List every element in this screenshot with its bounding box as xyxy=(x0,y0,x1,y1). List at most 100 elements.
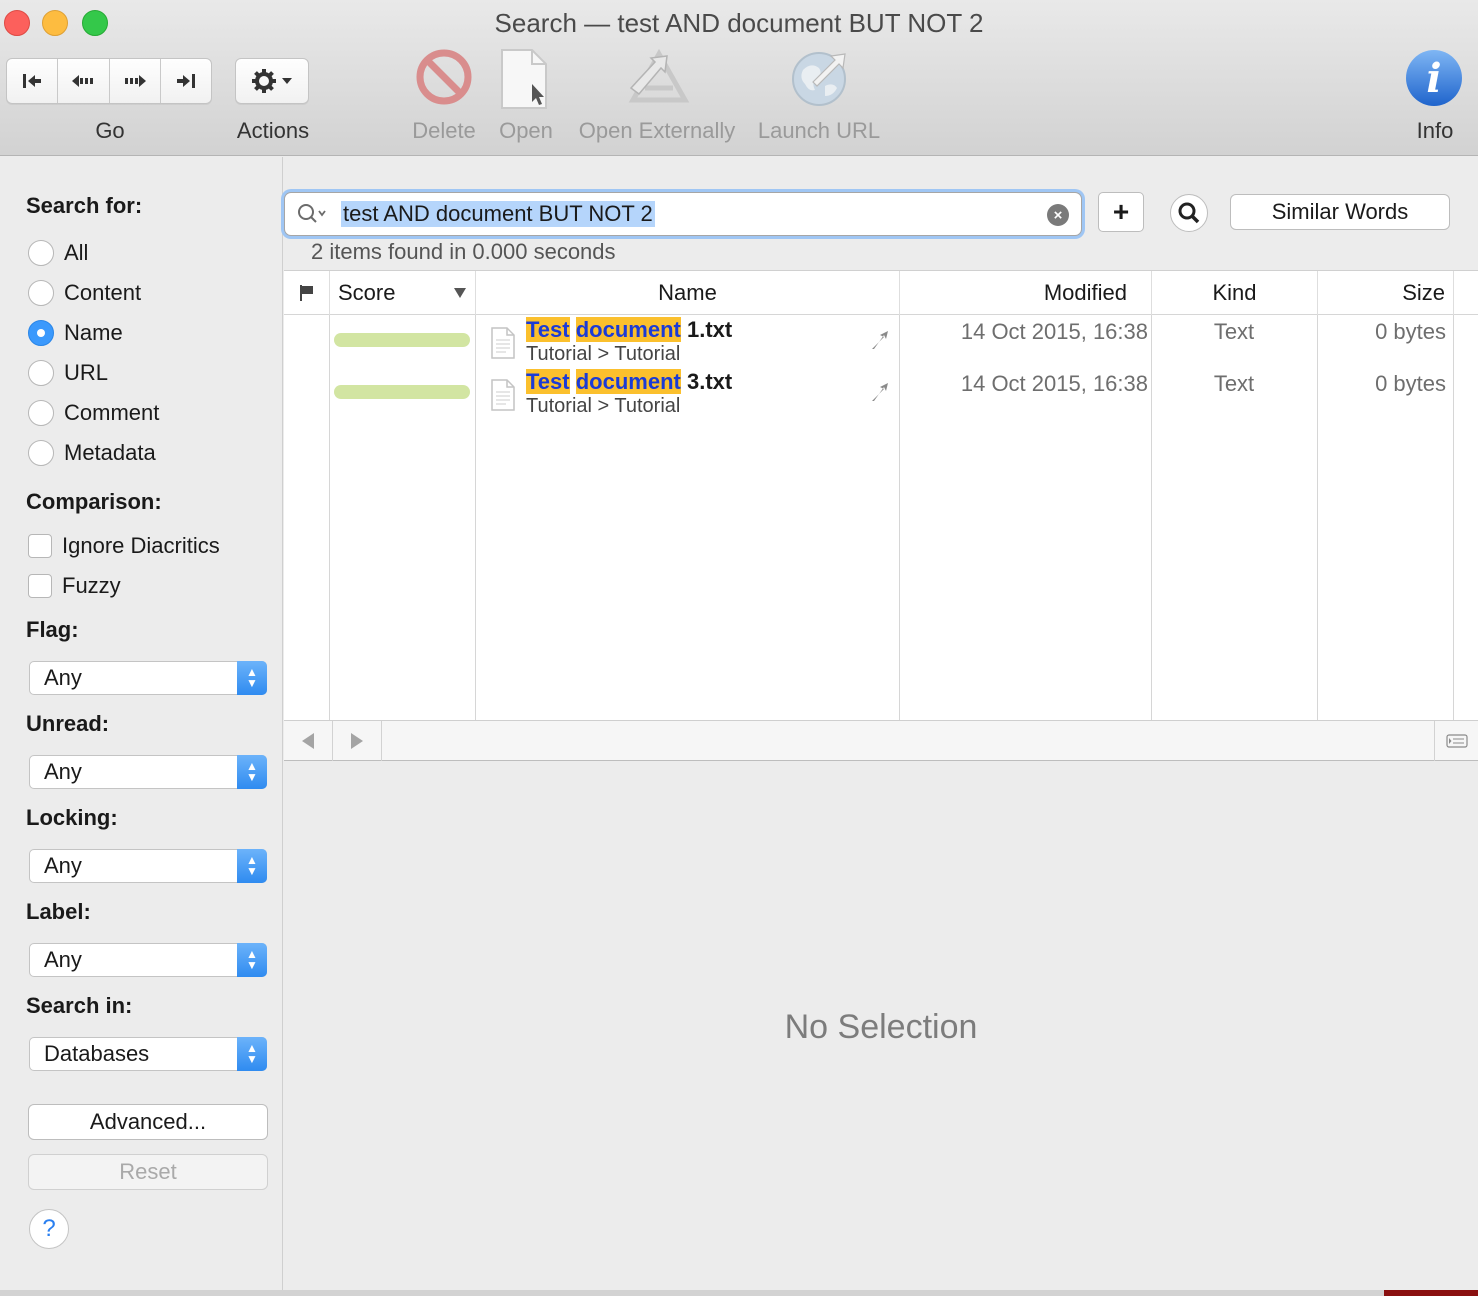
open-externally-button[interactable] xyxy=(624,48,694,108)
open-externally-icon xyxy=(628,48,690,103)
radio-button[interactable] xyxy=(28,440,54,466)
go-last-button[interactable] xyxy=(161,59,211,103)
column-header-score-label: Score xyxy=(338,280,396,305)
open-externally-label: Open Externally xyxy=(578,118,736,143)
unread-select-value: Any xyxy=(44,759,82,784)
no-selection-text: No Selection xyxy=(784,1008,978,1046)
score-bar xyxy=(334,333,470,347)
find-button[interactable] xyxy=(1170,194,1208,232)
radio-label: Content xyxy=(64,280,142,305)
delete-icon xyxy=(416,49,472,105)
search-query-text[interactable]: test AND document BUT NOT 2 xyxy=(341,201,655,227)
modified-date: 14 Oct 2015, 16:38 xyxy=(960,319,1148,344)
unread-select[interactable]: Any ▲ ▼ xyxy=(29,755,267,789)
search-in-select[interactable]: Databases ▲ ▼ xyxy=(29,1037,267,1071)
comparison-heading: Comparison: xyxy=(26,489,162,514)
file-location: Tutorial > Tutorial xyxy=(526,343,681,365)
scroll-right-button[interactable] xyxy=(333,721,382,761)
search-options-sidebar: Search for: All Content Name URL Comment… xyxy=(0,157,283,1296)
preview-pane: No Selection xyxy=(284,762,1478,1290)
reveal-arrow-icon[interactable] xyxy=(868,329,890,351)
horizontal-scrollbar[interactable] xyxy=(284,720,1478,761)
radio-button[interactable] xyxy=(28,400,54,426)
chevron-down-icon xyxy=(282,78,292,84)
search-input[interactable]: test AND document BUT NOT 2 × xyxy=(284,192,1082,236)
delete-button[interactable] xyxy=(414,48,474,106)
match-highlight: document xyxy=(575,317,681,342)
match-highlight: Test xyxy=(526,317,570,342)
document-icon xyxy=(501,49,547,109)
search-for-all-radio[interactable]: All xyxy=(28,240,88,266)
table-row[interactable]: Test document 1.txt Tutorial > Tutorial … xyxy=(284,315,1478,367)
column-options-button[interactable] xyxy=(1434,721,1478,761)
window-title: Search — test AND document BUT NOT 2 xyxy=(494,8,984,38)
actions-button[interactable] xyxy=(235,58,309,104)
svg-text:i: i xyxy=(1426,55,1441,102)
file-kind: Text xyxy=(1213,319,1255,344)
launch-url-label: Launch URL xyxy=(757,118,881,143)
file-name-rest: 1.txt xyxy=(680,317,733,342)
locking-heading: Locking: xyxy=(26,805,118,830)
file-name: Test document 1.txt xyxy=(526,317,732,343)
go-first-button[interactable] xyxy=(7,59,59,103)
open-button[interactable] xyxy=(496,48,552,110)
label-heading: Label: xyxy=(26,899,91,924)
help-button[interactable]: ? xyxy=(29,1209,69,1249)
ignore-diacritics-checkbox[interactable]: Ignore Diacritics xyxy=(28,533,220,559)
radio-button-selected[interactable] xyxy=(28,320,54,346)
scroll-left-button[interactable] xyxy=(284,721,333,761)
go-first-icon xyxy=(23,74,42,88)
locking-select[interactable]: Any ▲ ▼ xyxy=(29,849,267,883)
search-for-comment-radio[interactable]: Comment xyxy=(28,400,159,426)
go-back-icon xyxy=(72,75,94,87)
file-name-rest: 3.txt xyxy=(680,369,733,394)
radio-button[interactable] xyxy=(28,360,54,386)
similar-words-button[interactable]: Similar Words xyxy=(1230,194,1450,230)
column-header-size[interactable]: Size xyxy=(1318,271,1454,315)
flag-icon xyxy=(299,285,313,301)
delete-label: Delete xyxy=(412,118,476,143)
info-button[interactable]: i xyxy=(1404,48,1464,108)
magnifier-icon xyxy=(1178,202,1200,224)
radio-label: URL xyxy=(64,360,109,385)
column-header-kind[interactable]: Kind xyxy=(1152,271,1318,315)
search-icon[interactable] xyxy=(297,203,327,225)
unread-heading: Unread: xyxy=(26,711,110,736)
actions-label: Actions xyxy=(236,118,310,143)
updown-chevron-icon: ▲ ▼ xyxy=(237,1037,267,1071)
label-select[interactable]: Any ▲ ▼ xyxy=(29,943,267,977)
search-for-metadata-radio[interactable]: Metadata xyxy=(28,440,156,466)
background-window-edge xyxy=(1384,1290,1478,1296)
column-header-modified[interactable]: Modified xyxy=(900,271,1152,315)
triangle-right-icon xyxy=(351,733,363,749)
table-row[interactable]: Test document 3.txt Tutorial > Tutorial … xyxy=(284,367,1478,419)
open-label: Open xyxy=(499,118,553,143)
radio-button[interactable] xyxy=(28,240,54,266)
search-for-content-radio[interactable]: Content xyxy=(28,280,141,306)
fuzzy-checkbox[interactable]: Fuzzy xyxy=(28,573,121,599)
search-for-url-radio[interactable]: URL xyxy=(28,360,108,386)
flag-select[interactable]: Any ▲ ▼ xyxy=(29,661,267,695)
checkbox[interactable] xyxy=(28,574,52,598)
search-in-select-value: Databases xyxy=(44,1041,150,1066)
launch-url-button[interactable] xyxy=(788,48,850,108)
clear-search-icon[interactable]: × xyxy=(1047,204,1069,226)
column-header-kind-label: Kind xyxy=(1212,280,1257,305)
advanced-button[interactable]: Advanced... xyxy=(28,1104,268,1140)
go-back-button[interactable] xyxy=(58,59,110,103)
column-header-score[interactable]: Score xyxy=(330,271,476,315)
search-for-heading: Search for: xyxy=(26,193,143,218)
reset-button[interactable]: Reset xyxy=(28,1154,268,1190)
file-size: 0 bytes xyxy=(1375,319,1446,344)
radio-label: All xyxy=(64,240,89,265)
search-for-name-radio[interactable]: Name xyxy=(28,320,123,346)
reveal-arrow-icon[interactable] xyxy=(868,381,890,403)
column-header-flag[interactable] xyxy=(284,271,330,315)
checkbox[interactable] xyxy=(28,534,52,558)
go-forward-button[interactable] xyxy=(110,59,161,103)
triangle-left-icon xyxy=(302,733,314,749)
add-search-criteria-button[interactable]: + xyxy=(1098,192,1144,232)
radio-button[interactable] xyxy=(28,280,54,306)
column-header-name[interactable]: Name xyxy=(476,271,900,315)
go-last-icon xyxy=(176,74,195,88)
